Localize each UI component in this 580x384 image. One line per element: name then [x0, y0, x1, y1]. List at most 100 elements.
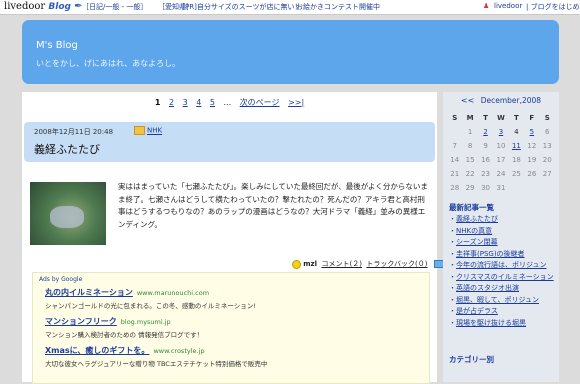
post-title[interactable]: 義経ふたたび: [34, 141, 100, 157]
sidebar: << December,2008 S M T W T F S 1 2 3 4 5…: [443, 92, 559, 382]
pagination: 1 2 3 4 5 ... 次のページ >>|: [22, 92, 437, 114]
post-category-link[interactable]: NHK: [147, 127, 162, 135]
livedoor-logo[interactable]: livedoor Blog ✒: [4, 1, 83, 12]
topbar-start-blog-link[interactable]: | ブログをはじめる: [526, 2, 580, 12]
post-category[interactable]: NHK: [134, 126, 162, 135]
ad-title[interactable]: 丸の内イルミネーション: [45, 288, 133, 297]
calendar-day: 15: [465, 156, 475, 164]
recent-post-item[interactable]: 堀黒、暇して、ポリジュン: [449, 295, 557, 307]
ad-url[interactable]: www.crostyle.jp: [153, 347, 204, 355]
calendar-day: 8: [467, 142, 473, 150]
weekday-label: T: [514, 114, 519, 122]
calendar-day: [540, 181, 555, 195]
author-icon: [292, 259, 301, 269]
calendar-day: 13: [542, 142, 552, 150]
topbar-link-contest[interactable]: お絵かきコンテスト開催中: [296, 2, 380, 12]
category-heading: カテゴリー別: [449, 355, 494, 364]
page-3-link[interactable]: 3: [183, 98, 188, 107]
last-page-link[interactable]: >>|: [288, 98, 304, 107]
calendar-day-link[interactable]: 11: [509, 139, 524, 153]
recent-post-link[interactable]: 堀黒、暇して、ポリジュン: [456, 296, 539, 304]
recent-post-item[interactable]: 圭祥事(PSG)の後継者: [449, 249, 557, 261]
recent-post-link[interactable]: 圭祥事(PSG)の後継者: [456, 250, 525, 258]
recent-post-item[interactable]: シーズン閉幕: [449, 237, 557, 249]
recent-post-item[interactable]: 英語のスタジオ出演: [449, 283, 557, 295]
recent-posts-heading: 最新記事一覧: [449, 203, 494, 212]
recent-post-link[interactable]: クリスマスのイルミネーション: [456, 273, 554, 281]
weekday-label: S: [544, 114, 550, 122]
recent-post-item[interactable]: 現場を駆け抜ける堀黒: [449, 318, 557, 330]
post-date: 2008年12月11日 20:48: [34, 128, 114, 136]
ads-by-google[interactable]: Ads by Google: [39, 276, 82, 283]
calendar-prev-link[interactable]: <<: [461, 96, 474, 105]
ad-description: マンション購入検討者のための 情報発信ブログです！: [45, 331, 204, 339]
calendar-day: 16: [481, 156, 491, 164]
calendar-day: 23: [481, 170, 491, 178]
recent-post-link[interactable]: 是が占デラス: [456, 307, 498, 315]
blog-title[interactable]: M's Blog: [36, 40, 78, 51]
calendar-day: [524, 181, 539, 195]
recent-post-item[interactable]: NHKの真意: [449, 226, 557, 238]
ad-description: 大切な彼女へラグジュアリーな贈り物 TBCエステチケット特別価格で販売中: [45, 360, 268, 368]
recent-post-link[interactable]: 今年の流行語は、ポリジュン: [456, 261, 547, 269]
ad-item[interactable]: マンションフリーク blog.mysumi.jp マンション購入検討者のための 情…: [45, 316, 203, 339]
calendar-day: 9: [483, 142, 488, 150]
recent-post-item[interactable]: 今年の流行語は、ポリジュン: [449, 260, 557, 272]
weekday-label: M: [466, 114, 474, 122]
calendar-day: 25: [511, 170, 521, 178]
calendar-day: 27: [542, 170, 552, 178]
post-body: 実ははまっていた「七瀬ふたたび」。楽しみにしていた最終回だが、最後がよく分からな…: [118, 182, 428, 229]
weekday-label: W: [497, 114, 505, 122]
ad-item[interactable]: 丸の内イルミネーション www.marunouchi.com シャンパンゴールドの…: [45, 287, 256, 310]
livedoor-person-icon: ♟: [483, 2, 490, 10]
post-photo[interactable]: [30, 182, 106, 245]
calendar-day: 7: [452, 142, 457, 150]
ad-item[interactable]: Xmasに、癒しのギフトを。 www.crostyle.jp 大切な彼女へラグジュ…: [45, 345, 267, 368]
post-author[interactable]: mzl: [303, 260, 317, 268]
recent-post-item[interactable]: 義経ふたたび: [449, 214, 557, 226]
recent-post-link[interactable]: 現場を駆け抜ける堀黒: [456, 319, 526, 327]
ad-title[interactable]: Xmasに、癒しのギフトを。: [45, 346, 149, 355]
topbar-link-pr[interactable]: ［PR]自分サイズのスーツが店に無い！: [178, 2, 301, 12]
topbar-livedoor-link[interactable]: livedoor: [494, 2, 522, 10]
calendar-day-link[interactable]: 3: [493, 125, 508, 139]
trackback-link[interactable]: トラックバック(０): [366, 260, 427, 268]
calendar-day: 18: [511, 156, 521, 164]
calendar-day: 22: [465, 170, 475, 178]
calendar-grid: S M T W T F S 1 2 3 4 5 6 7 8 9 10 11 12…: [447, 111, 555, 195]
calendar-day: 19: [527, 156, 537, 164]
page-4-link[interactable]: 4: [196, 98, 201, 107]
calendar-day: 1: [467, 128, 473, 136]
ad-description: シャンパンゴールドの光に包まれる。この冬、感動のイルミネーション!: [45, 302, 256, 310]
page-2-link[interactable]: 2: [169, 98, 174, 107]
recent-post-item[interactable]: 是が占デラス: [449, 306, 557, 318]
weekday-label: S: [452, 114, 458, 122]
next-page-link[interactable]: 次のページ: [240, 98, 280, 107]
weekday-label: F: [529, 114, 535, 122]
calendar-day: 6: [545, 128, 550, 136]
topbar-link-genre[interactable]: ［日記/一般 - 一般］: [82, 2, 147, 12]
calendar-day: 30: [481, 184, 491, 192]
post-footer: mzl コメント(２) トラックバック(０): [292, 259, 445, 269]
recent-post-link[interactable]: 英語のスタジオ出演: [456, 284, 519, 292]
calendar-day-link[interactable]: 5: [524, 125, 539, 139]
ad-title[interactable]: マンションフリーク: [45, 317, 117, 326]
main-column: 1 2 3 4 5 ... 次のページ >>| 2008年12月11日 20:4…: [22, 92, 445, 384]
recent-post-link[interactable]: 義経ふたたび: [456, 215, 498, 223]
calendar-day: [509, 181, 524, 195]
weekday-label: T: [483, 114, 488, 122]
calendar-day-link[interactable]: 2: [478, 125, 493, 139]
comments-link[interactable]: コメント(２): [321, 260, 361, 268]
calendar-day: 26: [527, 170, 537, 178]
folder-icon: [134, 126, 145, 135]
recent-post-link[interactable]: シーズン閉幕: [456, 238, 498, 246]
blog-header: M's Blog いとをかし、げにあはれ、あなよろし。: [22, 20, 559, 84]
calendar-day: 4: [514, 128, 519, 136]
ad-url[interactable]: www.marunouchi.com: [137, 289, 209, 297]
recent-post-link[interactable]: NHKの真意: [456, 227, 492, 235]
calendar-day: 31: [496, 184, 506, 192]
page-5-link[interactable]: 5: [210, 98, 215, 107]
calendar-header: << December,2008: [447, 96, 555, 105]
recent-post-item[interactable]: クリスマスのイルミネーション: [449, 272, 557, 284]
ad-url[interactable]: blog.mysumi.jp: [121, 318, 171, 326]
